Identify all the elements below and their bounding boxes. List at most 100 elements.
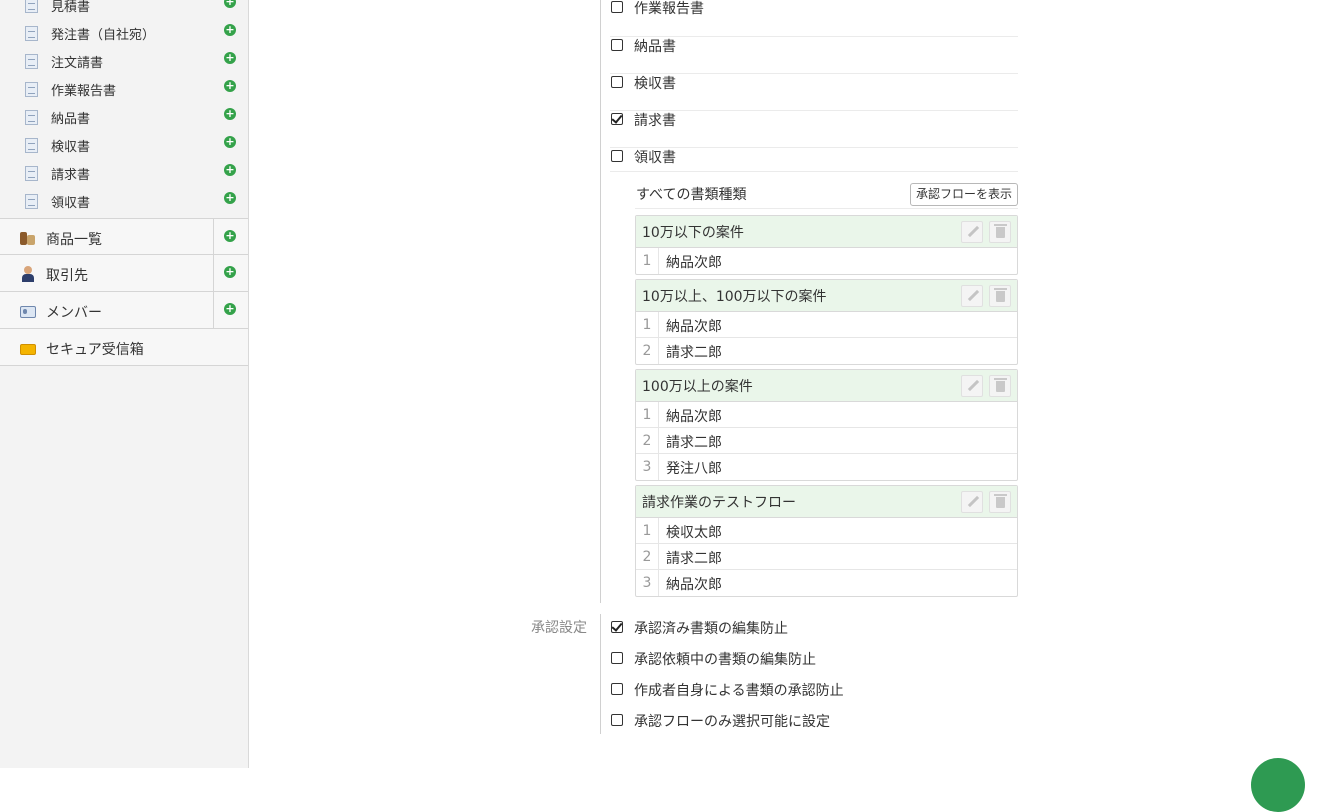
sidebar-doc-inspection[interactable]: 検収書 +	[0, 131, 248, 159]
step-number: 2	[636, 428, 659, 453]
flow-step: 1 納品次郎	[636, 402, 1017, 428]
checkbox-checked[interactable]	[611, 621, 623, 633]
floating-action-button[interactable]	[1251, 758, 1305, 812]
add-icon[interactable]: +	[224, 0, 236, 8]
flow-step: 1 納品次郎	[636, 312, 1017, 338]
approval-flow-card: 10万以下の案件 1 納品次郎	[635, 215, 1018, 275]
trash-icon	[994, 494, 1007, 508]
doc-check-work-report[interactable]: 作業報告書	[610, 0, 1018, 37]
checkbox-label: 領収書	[634, 150, 676, 166]
flow-name: 10万以上、100万以下の案件	[642, 289, 827, 305]
sidebar-item-products[interactable]: 商品一覧 +	[0, 218, 248, 255]
checkbox[interactable]	[611, 150, 623, 162]
add-icon[interactable]: +	[224, 52, 236, 64]
sidebar-item-label: メンバー	[46, 305, 102, 321]
checkbox-label: 承認依頼中の書類の編集防止	[634, 652, 816, 668]
checkbox[interactable]	[611, 1, 623, 13]
flow-header: 請求作業のテストフロー	[636, 486, 1017, 518]
checkbox[interactable]	[611, 714, 623, 726]
sidebar-item-label: 取引先	[46, 268, 88, 284]
step-approver: 請求二郎	[666, 345, 722, 361]
sidebar-doc-work-report[interactable]: 作業報告書 +	[0, 75, 248, 103]
doc-check-invoice[interactable]: 請求書	[610, 111, 1018, 148]
document-icon	[25, 82, 38, 97]
checkbox-label: 作業報告書	[634, 1, 704, 17]
step-approver: 請求二郎	[666, 551, 722, 567]
setting-prevent-self-approval[interactable]: 作成者自身による書類の承認防止	[610, 679, 1010, 703]
setting-prevent-edit-pending[interactable]: 承認依頼中の書類の編集防止	[610, 648, 1010, 672]
add-icon[interactable]: +	[224, 136, 236, 148]
checkbox[interactable]	[611, 683, 623, 695]
edit-flow-button[interactable]	[961, 375, 983, 397]
trash-icon	[994, 224, 1007, 238]
add-icon[interactable]: +	[224, 192, 236, 204]
checkbox-checked[interactable]	[611, 113, 623, 125]
sidebar-item-secure-inbox[interactable]: セキュア受信箱	[0, 329, 248, 366]
divider	[213, 255, 214, 291]
approval-settings-label: 承認設定	[531, 620, 587, 636]
add-icon[interactable]: +	[224, 164, 236, 176]
add-icon[interactable]: +	[224, 303, 236, 315]
sidebar-doc-order-confirmation[interactable]: 注文請書 +	[0, 47, 248, 75]
doc-check-receipt[interactable]: 領収書	[610, 148, 1018, 172]
show-approval-flow-button[interactable]: 承認フローを表示	[909, 183, 1018, 206]
step-number: 3	[636, 570, 659, 596]
sidebar-doc-receipt[interactable]: 領収書 +	[0, 187, 248, 215]
setting-flow-only-selectable[interactable]: 承認フローのみ選択可能に設定	[610, 710, 1010, 734]
step-number: 1	[636, 518, 659, 543]
flow-header: 100万以上の案件	[636, 370, 1017, 402]
step-number: 2	[636, 338, 659, 364]
pencil-icon	[967, 379, 980, 392]
sidebar: 見積書 + 発注書（自社宛） + 注文請書 + 作業報告書 + 納品書 + 検収…	[0, 0, 249, 768]
all-doc-types-label: すべての書類種類	[636, 187, 747, 203]
checkbox-label: 承認済み書類の編集防止	[634, 621, 788, 637]
sidebar-doc-label: 納品書	[51, 112, 91, 127]
add-icon[interactable]: +	[224, 24, 236, 36]
delete-flow-button[interactable]	[989, 375, 1011, 397]
add-icon[interactable]: +	[224, 108, 236, 120]
step-number: 3	[636, 454, 659, 480]
sidebar-item-clients[interactable]: 取引先 +	[0, 255, 248, 292]
section-divider	[600, 0, 601, 603]
edit-flow-button[interactable]	[961, 285, 983, 307]
sidebar-item-label: セキュア受信箱	[46, 342, 144, 358]
sidebar-doc-label: 見積書	[51, 0, 91, 15]
pencil-icon	[967, 225, 980, 238]
sidebar-doc-label: 作業報告書	[51, 84, 117, 99]
delete-flow-button[interactable]	[989, 221, 1011, 243]
checkbox[interactable]	[611, 652, 623, 664]
step-approver: 発注八郎	[666, 461, 722, 477]
edit-flow-button[interactable]	[961, 491, 983, 513]
flow-step: 3 発注八郎	[636, 454, 1017, 480]
step-approver: 請求二郎	[666, 435, 722, 451]
sidebar-item-members[interactable]: メンバー +	[0, 292, 248, 329]
flow-name: 請求作業のテストフロー	[642, 495, 796, 511]
setting-prevent-edit-approved[interactable]: 承認済み書類の編集防止	[610, 617, 1010, 641]
document-icon	[25, 54, 38, 69]
delete-flow-button[interactable]	[989, 285, 1011, 307]
trash-icon	[994, 378, 1007, 392]
checkbox[interactable]	[611, 39, 623, 51]
envelope-icon	[20, 340, 36, 356]
checkbox-label: 検収書	[634, 76, 676, 92]
add-icon[interactable]: +	[224, 266, 236, 278]
delete-flow-button[interactable]	[989, 491, 1011, 513]
document-icon	[25, 0, 38, 13]
sidebar-doc-label: 発注書（自社宛）	[51, 28, 156, 43]
sidebar-doc-invoice[interactable]: 請求書 +	[0, 159, 248, 187]
step-approver: 納品次郎	[666, 577, 722, 593]
step-number: 1	[636, 248, 659, 274]
flow-header: 10万以下の案件	[636, 216, 1017, 248]
sidebar-doc-delivery-note[interactable]: 納品書 +	[0, 103, 248, 131]
doc-check-inspection[interactable]: 検収書	[610, 74, 1018, 111]
doc-check-delivery-note[interactable]: 納品書	[610, 37, 1018, 74]
sidebar-doc-estimate[interactable]: 見積書 +	[0, 0, 248, 19]
edit-flow-button[interactable]	[961, 221, 983, 243]
client-person-icon	[20, 266, 36, 282]
sidebar-doc-label: 注文請書	[51, 56, 104, 71]
add-icon[interactable]: +	[224, 80, 236, 92]
add-icon[interactable]: +	[224, 230, 236, 242]
sidebar-doc-purchase-order[interactable]: 発注書（自社宛） +	[0, 19, 248, 47]
checkbox[interactable]	[611, 76, 623, 88]
sidebar-doc-label: 請求書	[51, 168, 91, 183]
